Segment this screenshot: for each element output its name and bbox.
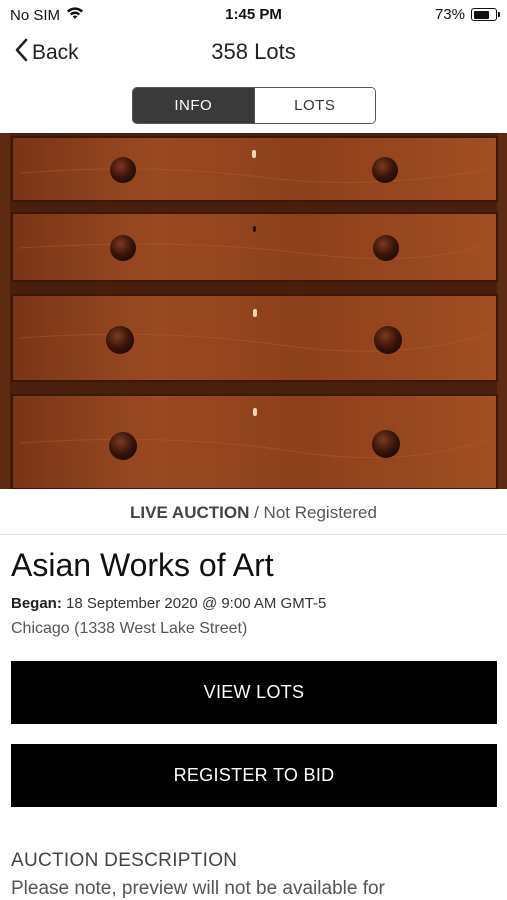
tab-info[interactable]: INFO (133, 88, 254, 123)
auction-start: Began: 18 September 2020 @ 9:00 AM GMT-5 (11, 595, 326, 612)
began-label: Began: (11, 595, 62, 612)
status-right: 73% (434, 6, 500, 23)
tab-lots[interactable]: LOTS (253, 88, 375, 123)
auction-image (0, 133, 507, 489)
registration-status: Not Registered (263, 503, 377, 522)
register-to-bid-button[interactable]: REGISTER TO BID (11, 744, 497, 807)
status-time: 1:45 PM (225, 6, 282, 23)
began-value: 18 September 2020 @ 9:00 AM GMT-5 (66, 595, 327, 612)
battery-percent: 73% (434, 6, 465, 23)
auction-type: LIVE AUCTION (130, 503, 250, 522)
page-title: 358 Lots (211, 39, 296, 64)
description-text: Please note, preview will not be availab… (11, 878, 385, 899)
view-lots-button[interactable]: VIEW LOTS (11, 661, 497, 724)
status-separator: / (249, 503, 264, 522)
chest-of-drawers-illustration (0, 133, 507, 489)
description-heading: AUCTION DESCRIPTION (11, 850, 238, 871)
status-bar: No SIM 1:45 PM 73% (0, 0, 507, 28)
auction-title: Asian Works of Art (11, 547, 274, 583)
segmented-control: INFO LOTS (132, 87, 376, 124)
auction-location: Chicago (1338 West Lake Street) (11, 620, 248, 637)
auction-status: LIVE AUCTION / Not Registered (0, 490, 507, 535)
battery-level (473, 10, 489, 19)
nav-bar: Back 358 Lots (0, 30, 507, 74)
battery-icon (471, 8, 500, 21)
